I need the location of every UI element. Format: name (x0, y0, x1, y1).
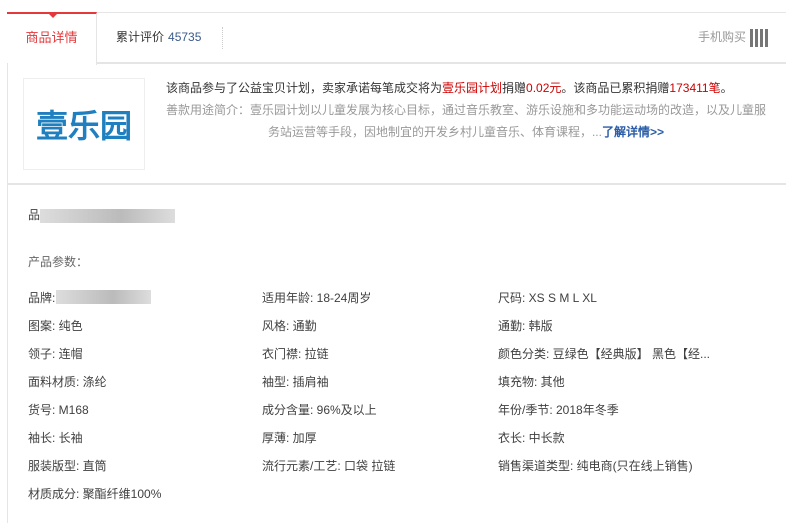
param-item: 厚薄: 加厚 (262, 431, 317, 445)
param-item: 衣长: 中长款 (498, 431, 565, 445)
logo-text: 壹乐园 (35, 108, 132, 144)
param-item: 成分含量: 96%及以上 (262, 403, 377, 417)
param-item: 适用年龄: 18-24周岁 (262, 291, 372, 305)
learn-more-link[interactable]: 了解详情>> (602, 125, 664, 139)
param-item: 通勤: 韩版 (498, 319, 553, 333)
charity-description: 善款用途简介：壹乐园计划以儿童发展为核心目标，通过音乐教室、游乐设施和多功能运动… (166, 103, 767, 139)
qr-code-icon (750, 28, 768, 47)
charity-line1: 该商品参与了公益宝贝计划，卖家承诺每笔成交将为壹乐园计划捐赠0.02元。该商品已… (166, 81, 733, 95)
param-item: 袖长: 长袖 (28, 431, 83, 445)
param-item: 流行元素/工艺: 口袋 拉链 (262, 459, 396, 473)
param-item: 袖型: 插肩袖 (262, 375, 329, 389)
param-item: 材质成分: 聚酯纤维100% (28, 487, 162, 501)
param-item: 服装版型: 直筒 (28, 459, 107, 473)
param-item: 货号: M168 (28, 403, 89, 417)
param-item: 面料材质: 涤纶 (28, 375, 107, 389)
param-item: 图案: 纯色 (28, 319, 83, 333)
params-title: 产品参数： (28, 255, 89, 269)
tab-reviews[interactable]: 累计评价 45735 (116, 13, 201, 62)
blurred-brand (56, 290, 151, 304)
param-item: 年份/季节: 2018年冬季 (498, 403, 619, 417)
charity-logo: 壹乐园 (23, 78, 145, 170)
param-item: 领子: 连帽 (28, 347, 83, 361)
charity-banner: 壹乐园 该商品参与了公益宝贝计划，卖家承诺每笔成交将为壹乐园计划捐赠0.02元。… (8, 63, 786, 185)
tab-product-detail[interactable]: 商品详情 (7, 12, 97, 65)
param-item: 销售渠道类型: 纯电商(只在线上销售) (498, 459, 693, 473)
blurred-brand (40, 208, 176, 223)
mobile-buy[interactable]: 手机购买 (698, 13, 768, 62)
param-item: 品牌: (28, 291, 56, 305)
param-item: 尺码: XS S M L XL (498, 291, 597, 305)
reviews-label: 累计评价 (116, 30, 165, 44)
param-item: 填充物: 其他 (498, 375, 565, 389)
param-item: 风格: 通勤 (262, 319, 317, 333)
reviews-count: 45735 (168, 30, 202, 44)
brand-name: 品 (28, 206, 176, 223)
tab-bar: 商品详情 累计评价 45735 手机购买 (7, 12, 786, 65)
mobile-buy-label: 手机购买 (697, 30, 746, 44)
tab-divider (222, 27, 223, 49)
param-item: 衣门襟: 拉链 (262, 347, 329, 361)
param-item: 颜色分类: 豆绿色【经典版】 黑色【经... (498, 347, 711, 361)
